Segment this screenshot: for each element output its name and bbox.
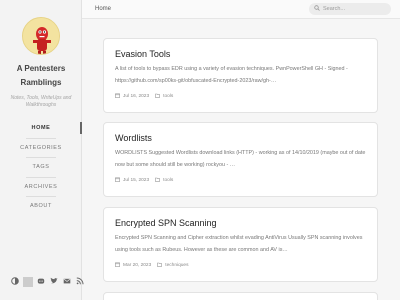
site-title[interactable]: A Pentesters Ramblings — [0, 62, 82, 90]
calendar-icon — [115, 93, 120, 100]
topbar: Home — [82, 0, 400, 19]
search-input[interactable] — [323, 6, 383, 12]
sidebar: A Pentesters Ramblings Notes, Tools, Wri… — [0, 0, 85, 300]
nav-item-tags[interactable]: TAGS — [0, 158, 82, 177]
post-title[interactable]: Encrypted SPN Scanning — [115, 217, 366, 229]
social-links — [10, 276, 85, 287]
post-category[interactable]: techniques — [165, 263, 188, 268]
post-category[interactable]: tools — [163, 94, 173, 99]
post-category[interactable]: tools — [163, 178, 173, 183]
site-subtitle: Notes, Tools, WriteUps and Walkthroughs — [10, 95, 72, 108]
search-icon — [314, 5, 320, 13]
post-date: Jul 15, 2023 — [123, 178, 150, 183]
social-divider — [23, 277, 33, 287]
post-card[interactable]: Wordlists WORDLISTS Suggested Wordlists … — [103, 122, 378, 197]
nav-item-home[interactable]: HOME — [0, 119, 82, 138]
post-meta: Jul 15, 2023 tools — [115, 177, 366, 184]
calendar-icon — [115, 177, 120, 184]
post-card[interactable]: Evasion Tools A list of tools to bypass … — [103, 38, 378, 113]
breadcrumb[interactable]: Home — [95, 6, 111, 12]
sidebar-nav: HOME CATEGORIES TAGS ARCHIVES ABOUT — [0, 119, 82, 216]
post-excerpt: Encrypted SPN Scanning and Cipher extrac… — [115, 235, 363, 253]
avatar[interactable] — [22, 17, 60, 55]
search-box[interactable] — [309, 3, 391, 15]
github-icon[interactable] — [36, 276, 46, 286]
post-title[interactable]: Wordlists — [115, 132, 366, 144]
nav-item-categories[interactable]: CATEGORIES — [0, 139, 82, 158]
folder-icon — [157, 262, 163, 269]
twitter-icon[interactable] — [49, 276, 59, 286]
post-date: Jul 16, 2023 — [123, 94, 150, 99]
post-meta: Mar 20, 2023 techniques — [115, 262, 366, 269]
avatar-image — [23, 18, 59, 54]
folder-icon — [155, 177, 161, 184]
post-card[interactable]: Encrypted SPN Scanning Encrypted SPN Sca… — [103, 207, 378, 282]
nav-item-archives[interactable]: ARCHIVES — [0, 178, 82, 197]
email-icon[interactable] — [62, 276, 72, 286]
post-title[interactable]: Evasion Tools — [115, 48, 366, 60]
calendar-icon — [115, 262, 120, 269]
post-card[interactable] — [103, 292, 378, 300]
rss-icon[interactable] — [75, 276, 85, 286]
post-date: Mar 20, 2023 — [123, 263, 152, 268]
post-excerpt: WORDLISTS Suggested Wordlists download l… — [115, 150, 366, 168]
nav-item-about[interactable]: ABOUT — [0, 197, 82, 216]
post-excerpt: A list of tools to bypass EDR using a va… — [115, 66, 348, 84]
folder-icon — [155, 93, 161, 100]
post-meta: Jul 16, 2023 tools — [115, 93, 366, 100]
theme-toggle-icon[interactable] — [10, 276, 20, 286]
